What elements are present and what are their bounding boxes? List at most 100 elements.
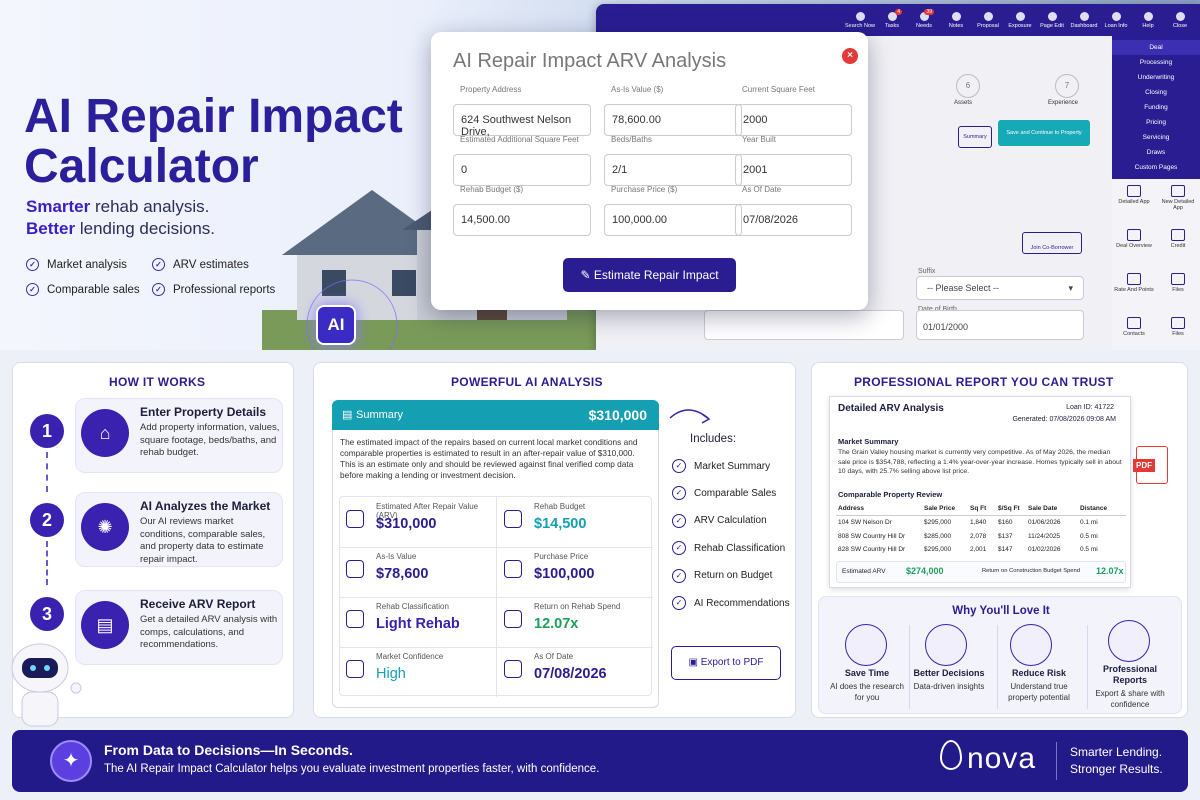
side-icon-button[interactable]: Files [1158,273,1198,313]
purchase-price-field[interactable]: Purchase Price ($) 100,000.00 [604,185,742,236]
tagline-1: Smarter Lending. [1070,745,1163,759]
dob-input[interactable]: 01/01/2000 [916,310,1084,340]
table-header: Distance [1080,505,1108,512]
feature-item: ✓ Comparable sales [26,283,140,296]
metric-as-of-date: As Of Date 07/08/2026 [498,650,653,698]
topnav-item[interactable]: Search Now [844,11,876,29]
rehab-budget-field[interactable]: Rehab Budget ($) 14,500.00 [453,185,591,236]
calendar-icon [504,660,522,678]
arrow-icon [669,409,711,424]
topnav-item[interactable]: Page Edit [1036,11,1068,29]
menu-item[interactable]: Pricing [1112,115,1200,130]
join-coborrower-button[interactable]: Join Co-Borrower [1022,232,1082,254]
tag-icon [504,560,522,578]
topnav-item[interactable]: Exposure [1004,11,1036,29]
text-input[interactable] [704,310,904,340]
step-circle[interactable]: 6 [956,74,980,98]
topnav-item[interactable]: Loan Info [1100,11,1132,29]
beds-baths-field[interactable]: Beds/Baths 2/1 [604,135,742,186]
robot-icon [11,643,82,727]
check-icon: ✓ [26,283,39,296]
menu-item[interactable]: Underwriting [1112,70,1200,85]
menu-item[interactable]: Custom Pages [1112,160,1200,175]
metric-arv: Estimated After Repair Value (ARV) $310,0… [340,500,495,548]
nav-icon [1079,11,1089,21]
app-icon [1171,185,1185,197]
topnav-item[interactable]: Tasks 4 [876,8,908,29]
menu-item[interactable]: Draws [1112,145,1200,160]
banner-title: From Data to Decisions—In Seconds. [104,742,353,758]
report-preview: Detailed ARV Analysis Loan ID: 41722 Gen… [829,396,1131,588]
side-icon-button[interactable]: Contacts [1114,317,1154,350]
side-icon-button[interactable]: New Detailed App [1158,185,1198,225]
footer-banner: ✦ From Data to Decisions—In Seconds. The… [12,730,1188,792]
money-icon [925,624,967,666]
check-icon: ✓ [672,513,686,528]
nav-icon [1143,11,1153,21]
current-sqft-field[interactable]: Current Square Feet 2000 [735,85,852,136]
check-icon: ✓ [672,486,686,501]
include-item: ✓ Return on Budget [672,568,772,583]
app-icon [1127,185,1141,197]
summary-button[interactable]: Summary [958,126,992,148]
side-icon-button[interactable]: Deal Overview [1114,229,1154,269]
table-cell: 2,001 [970,546,987,553]
topnav-item[interactable]: Close [1164,11,1196,29]
sparkle-house-icon [845,624,887,666]
why-item: Professional Reports Export & share with … [1095,664,1165,709]
suffix-select[interactable]: -- Please Select -- ▾ [916,276,1084,300]
includes-title: Includes: [690,433,737,445]
nav-icon [983,11,993,21]
step-circle[interactable]: 7 [1055,74,1079,98]
app-icon [1171,317,1185,329]
step-connector [46,452,48,492]
check-icon: ✓ [152,258,165,271]
topnav-item[interactable]: Notes [940,11,972,29]
side-icon-button[interactable]: Detailed App [1114,185,1154,225]
table-cell: 2,078 [970,532,987,540]
side-icon-button[interactable]: Files [1158,317,1198,350]
topnav-item[interactable]: Proposal [972,11,1004,29]
chart-up-icon [504,610,522,628]
year-built-field[interactable]: Year Built 2001 [735,135,852,186]
table-cell: 808 SW Country Hill Dr [838,532,906,540]
as-is-value-field[interactable]: As-Is Value ($) 78,600.00 [604,85,742,136]
section-heading: PROFESSIONAL REPORT YOU CAN TRUST [854,375,1114,389]
document-icon: ▤ [342,409,353,421]
metric-confidence: Market Confidence High [340,650,495,698]
table-header: $/Sq Ft [998,505,1020,512]
arv-modal: AI Repair Impact ARV Analysis × Property… [431,32,868,310]
nav-icon [1015,11,1025,21]
menu-item[interactable]: Processing [1112,55,1200,70]
app-icon [1127,317,1141,329]
magic-wand-icon: ✎ [580,268,594,282]
property-address-field[interactable]: Property Address 624 Southwest Nelson Dri… [453,85,591,138]
export-pdf-button[interactable]: ▣ Export to PDF [671,646,781,680]
close-icon[interactable]: × [842,48,858,64]
robot-icon [346,510,364,528]
as-of-date-field[interactable]: As Of Date 07/08/2026 [735,185,852,236]
table-cell: 0.5 mi [1080,546,1098,553]
menu-item[interactable]: Deal [1112,40,1200,55]
estimate-repair-impact-button[interactable]: ✎ Estimate Repair Impact [563,258,736,292]
side-icon-button[interactable]: Rate And Points [1114,273,1154,313]
additional-sqft-field[interactable]: Estimated Additional Square Feet 0 [453,135,591,186]
table-cell: 0.1 mi [1080,519,1098,526]
menu-item[interactable]: Funding [1112,100,1200,115]
ai-chip-icon: AI [316,305,356,345]
menu-item[interactable]: Servicing [1112,130,1200,145]
save-continue-button[interactable]: Save and Continue to Property [998,120,1090,146]
sparkle-icon: ✦ [50,740,92,782]
why-item: Save Time AI does the research for you [830,668,904,702]
include-item: ✓ Market Summary [672,459,770,473]
topnav-item[interactable]: Help [1132,11,1164,29]
nova-logo-icon [940,740,962,770]
brain-icon: ✺ [81,503,129,551]
check-icon: ✓ [672,568,686,583]
table-cell: 01/06/2026 [1028,519,1061,526]
topnav-item[interactable]: Dashboard [1068,11,1100,29]
check-icon: ✓ [152,283,165,296]
side-icon-button[interactable]: Credit [1158,229,1198,269]
topnav-item[interactable]: Needs 39 [908,8,940,29]
menu-item[interactable]: Closing [1112,85,1200,100]
